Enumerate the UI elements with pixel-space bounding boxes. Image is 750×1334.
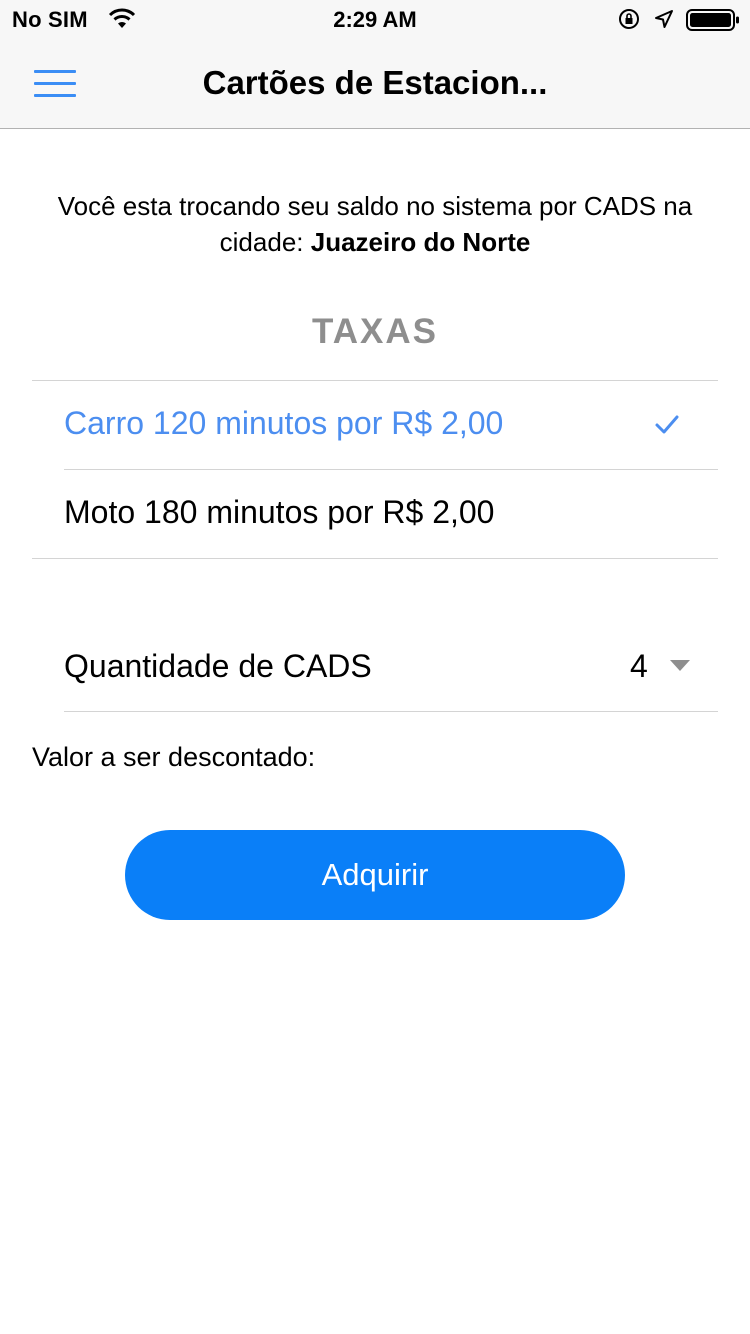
divider xyxy=(64,711,718,712)
battery-icon xyxy=(686,9,739,31)
intro-text: Você esta trocando seu saldo no sistema … xyxy=(40,188,710,260)
status-bar: No SIM 2:29 AM xyxy=(0,0,750,40)
rate-option-car[interactable]: Carro 120 minutos por R$ 2,00 xyxy=(64,381,718,469)
deduction-label: Valor a ser descontado: xyxy=(32,742,316,772)
checkmark-icon xyxy=(655,415,679,434)
quantity-value: 4 xyxy=(630,648,648,684)
chevron-down-icon xyxy=(670,660,690,671)
rate-option-label: Moto 180 minutos por R$ 2,00 xyxy=(64,494,495,530)
city-name: Juazeiro do Norte xyxy=(310,227,531,257)
navigation-bar: Cartões de Estacion... xyxy=(0,40,750,129)
rate-option-label: Carro 120 minutos por R$ 2,00 xyxy=(64,405,504,441)
rate-option-motorcycle[interactable]: Moto 180 minutos por R$ 2,00 xyxy=(64,470,718,558)
rates-section-title: TAXAS xyxy=(311,312,439,351)
divider xyxy=(32,558,718,559)
location-icon xyxy=(655,10,673,28)
hamburger-menu-icon[interactable] xyxy=(34,70,78,98)
orientation-lock-icon xyxy=(619,9,639,29)
quantity-label: Quantidade de CADS xyxy=(64,648,372,684)
quantity-selector[interactable]: Quantidade de CADS 4 xyxy=(64,622,718,712)
page-title: Cartões de Estacion... xyxy=(202,64,548,101)
buy-button[interactable]: Adquirir xyxy=(125,830,625,920)
